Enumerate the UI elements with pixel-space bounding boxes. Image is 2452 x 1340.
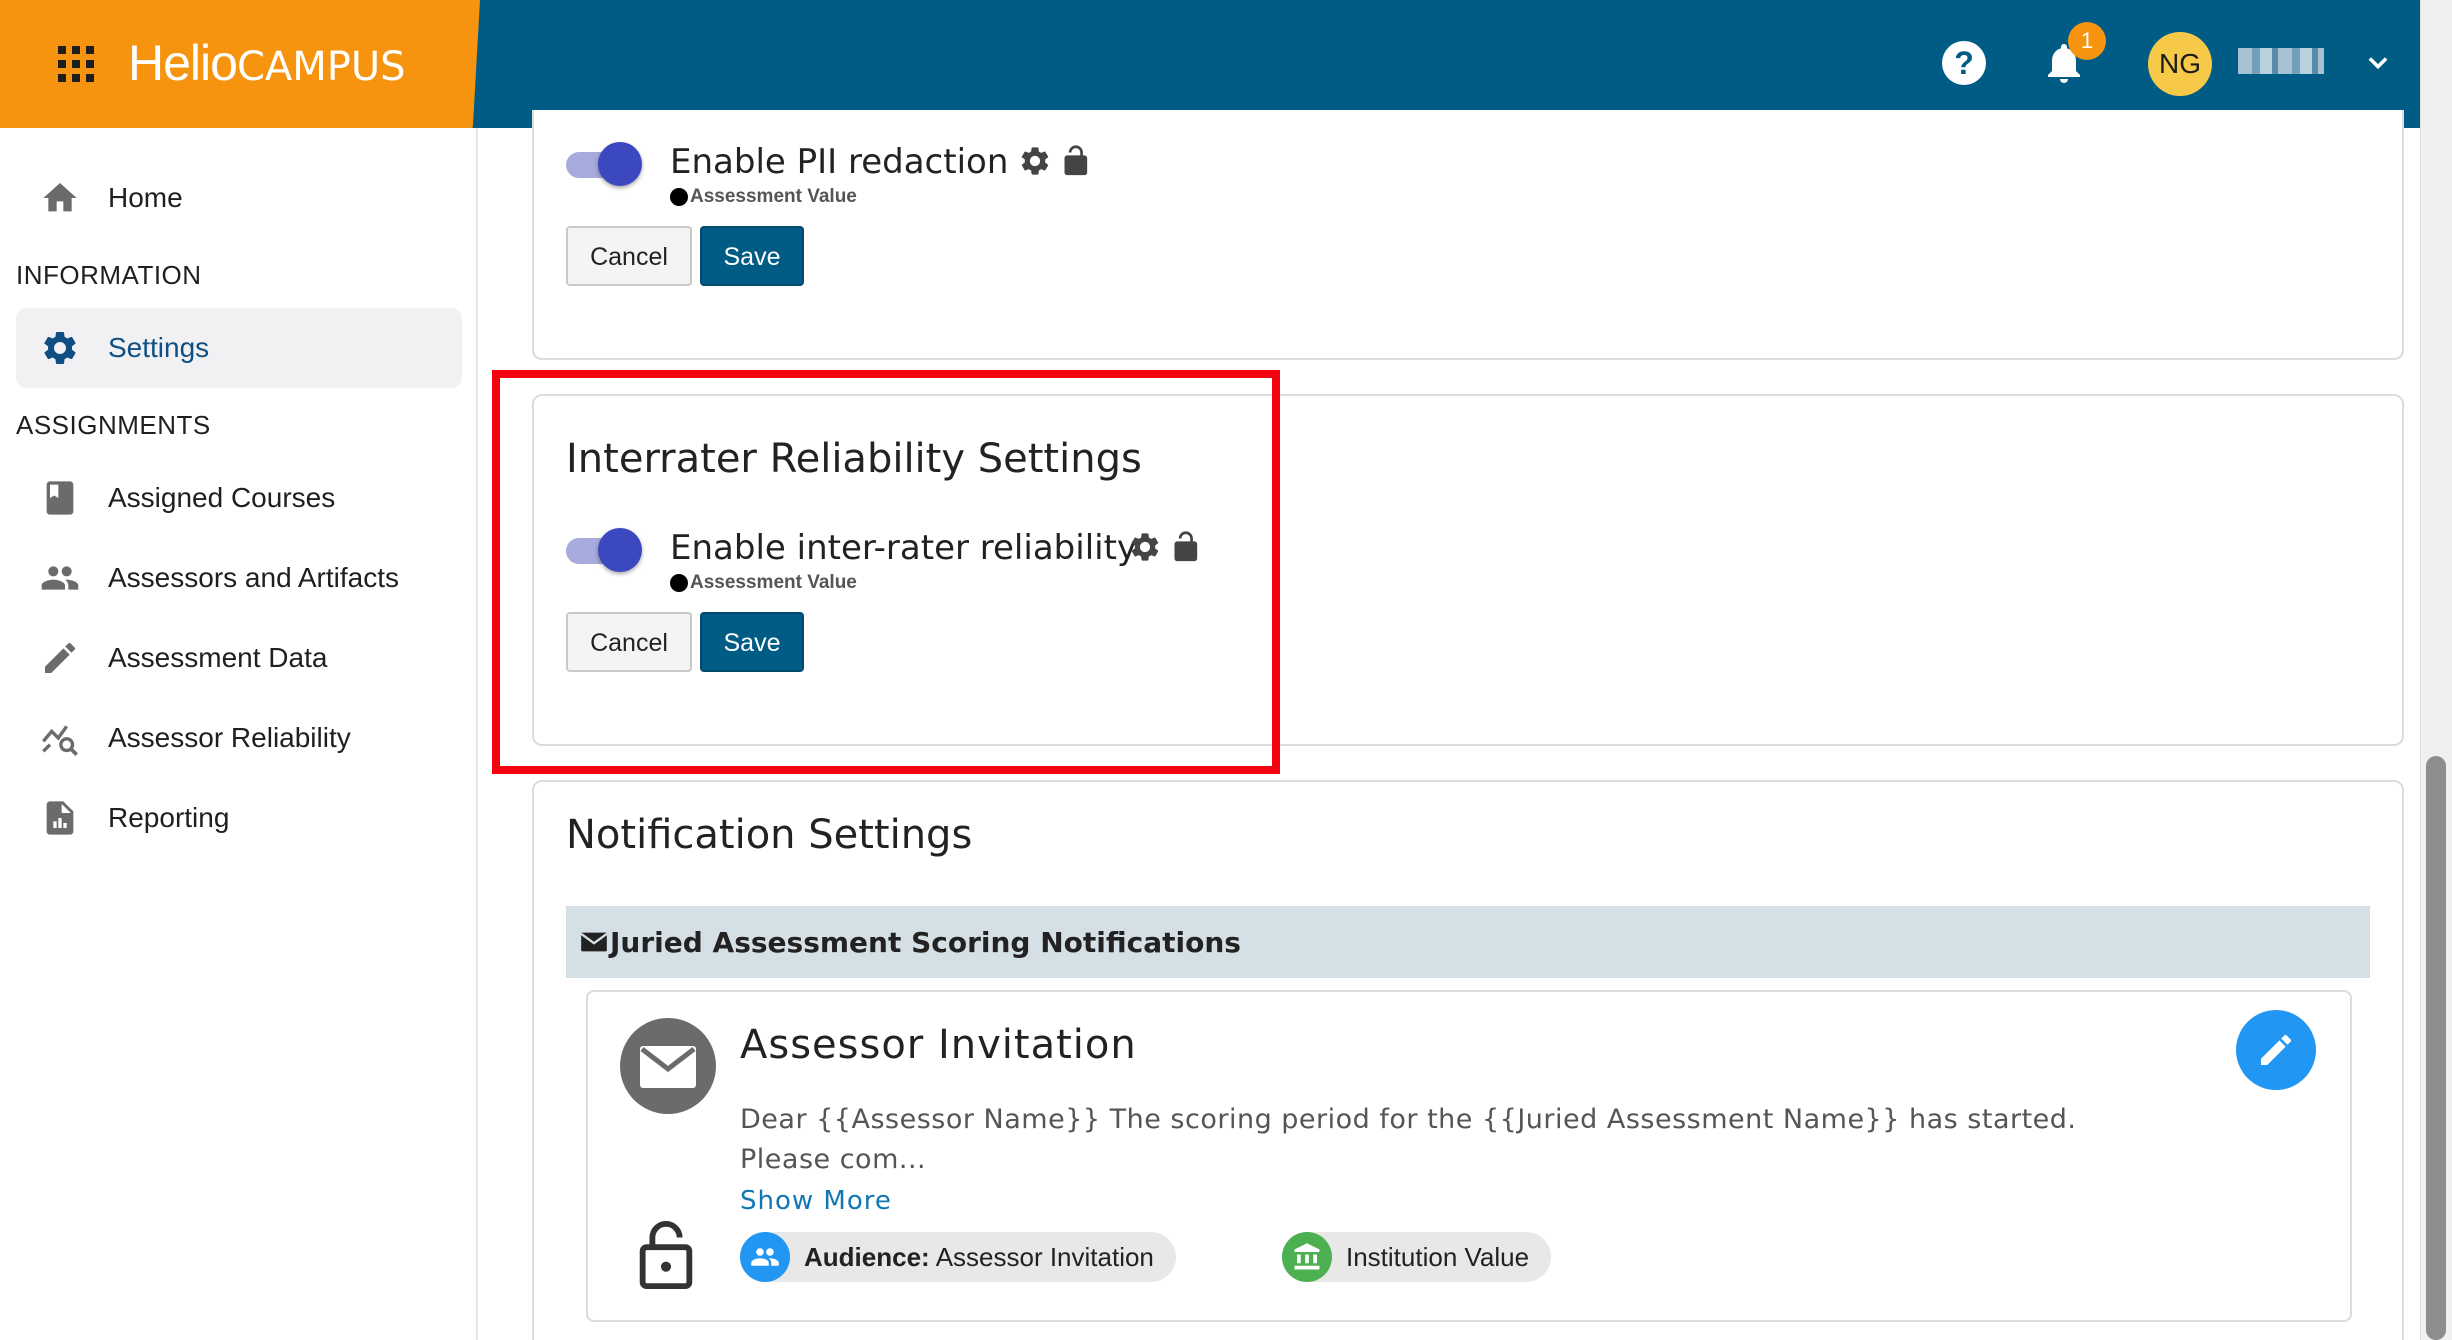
notification-group-title: Juried Assessment Scoring Notifications — [610, 926, 1241, 959]
sidebar-item-label: Assigned Courses — [108, 482, 336, 513]
notification-title: Assessor Invitation — [740, 1022, 1137, 1068]
home-icon — [43, 183, 77, 212]
sidebar-item-label: Reporting — [108, 802, 230, 833]
pencil-icon — [2261, 1034, 2292, 1065]
pii-save-button[interactable]: Save — [700, 226, 804, 286]
gear-icon — [43, 332, 76, 364]
heliocampus-logo[interactable]: HelioCAMPUS — [128, 34, 406, 92]
audience-label: Audience: — [804, 1241, 930, 1272]
sidebar-item-label: Assessment Data — [108, 642, 328, 673]
sidebar-item-label: Assessor Reliability — [108, 722, 351, 753]
pii-settings-card: Enable PII redaction Assessment Value Ca… — [532, 110, 2404, 360]
interrater-reliability-label: Enable inter-rater reliability — [670, 528, 1138, 568]
people-icon — [740, 1232, 790, 1282]
scope-chip: Institution Value — [1282, 1232, 1552, 1282]
help-icon[interactable]: ? — [1942, 41, 1986, 85]
sidebar-item-home[interactable]: Home — [16, 158, 462, 238]
notification-group-header[interactable]: Juried Assessment Scoring Notifications — [566, 906, 2370, 978]
page-scrollbar-thumb[interactable] — [2426, 756, 2446, 1340]
email-avatar-icon — [620, 1018, 716, 1114]
value-source-tag: Assessment Value — [670, 572, 857, 594]
pii-cancel-button[interactable]: Cancel — [566, 226, 692, 286]
reliability-chart-icon — [42, 725, 78, 756]
sidebar-item-assessor-reliability[interactable]: Assessor Reliability — [16, 698, 462, 778]
assessor-invitation-card: Assessor Invitation Dear {{Assessor Name… — [586, 990, 2352, 1322]
edit-notification-button[interactable] — [2236, 1010, 2316, 1090]
sidebar-item-settings[interactable]: Settings — [16, 308, 462, 388]
sidebar-item-assigned-courses[interactable]: Assigned Courses — [16, 458, 462, 538]
audience-value: Assessor Invitation — [935, 1241, 1154, 1272]
audience-chip: Audience: Assessor Invitation — [740, 1232, 1176, 1282]
gear-icon[interactable] — [1018, 144, 1052, 178]
sidebar-item-assessment-data[interactable]: Assessment Data — [16, 618, 462, 698]
sidebar-item-reporting[interactable]: Reporting — [16, 778, 462, 858]
value-source-text: Assessment Value — [690, 186, 857, 207]
report-icon — [46, 801, 74, 835]
app-grid-icon[interactable] — [58, 46, 94, 82]
value-source-dot-icon — [670, 574, 688, 592]
envelope-icon — [580, 932, 608, 952]
pencil-icon — [45, 642, 76, 673]
book-icon — [46, 481, 74, 515]
value-source-tag: Assessment Value — [670, 186, 857, 208]
sidebar-item-label: Settings — [108, 332, 210, 363]
notification-settings-card: Notification Settings Juried Assessment … — [532, 780, 2404, 1340]
people-icon — [41, 566, 79, 590]
notification-settings-title: Notification Settings — [566, 812, 973, 858]
chevron-down-icon[interactable] — [2364, 48, 2392, 76]
interrater-cancel-button[interactable]: Cancel — [566, 612, 692, 672]
sidebar: Home INFORMATION Settings ASSIGNMENTS As… — [0, 128, 478, 1340]
brand-area: HelioCAMPUS — [0, 0, 480, 128]
scope-value: Institution Value — [1346, 1241, 1530, 1272]
pii-redaction-toggle[interactable] — [566, 140, 642, 188]
lock-open-icon[interactable] — [1056, 144, 1090, 178]
interrater-reliability-card: Interrater Reliability Settings Enable i… — [532, 394, 2404, 746]
section-heading-assignments: ASSIGNMENTS — [16, 410, 211, 440]
lock-open-icon[interactable] — [1166, 530, 1200, 564]
sidebar-item-assessors-and-artifacts[interactable]: Assessors and Artifacts — [16, 538, 462, 618]
lock-open-icon[interactable] — [638, 1220, 694, 1290]
value-source-text: Assessment Value — [690, 572, 857, 593]
notification-count-badge: 1 — [2068, 22, 2106, 60]
section-heading-information: INFORMATION — [16, 260, 202, 290]
institution-icon — [1282, 1232, 1332, 1282]
notification-body: Dear {{Assessor Name}} The scoring perio… — [740, 1104, 2077, 1175]
interrater-reliability-toggle[interactable] — [566, 526, 642, 574]
redacted-username[interactable] — [2238, 48, 2324, 74]
user-avatar[interactable]: NG — [2148, 32, 2212, 96]
value-source-dot-icon — [670, 188, 688, 206]
interrater-title: Interrater Reliability Settings — [566, 436, 1142, 482]
gear-icon[interactable] — [1128, 530, 1162, 564]
top-app-bar: HelioCAMPUS ? 1 NG — [0, 0, 2420, 128]
pii-redaction-label: Enable PII redaction — [670, 142, 1009, 182]
interrater-save-button[interactable]: Save — [700, 612, 804, 672]
sidebar-item-label: Home — [108, 182, 183, 213]
show-more-link[interactable]: Show More — [740, 1186, 892, 1216]
sidebar-item-label: Assessors and Artifacts — [108, 562, 400, 593]
